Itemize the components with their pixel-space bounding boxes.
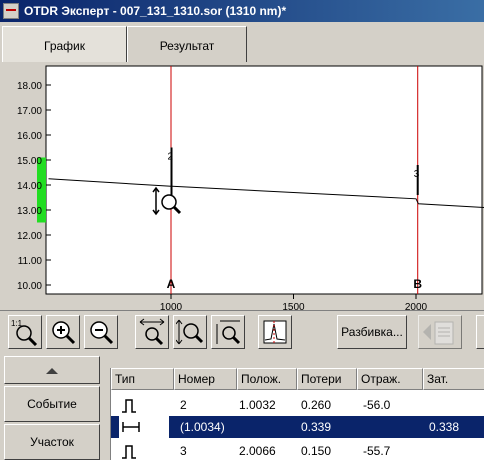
title-bar: OTDR Эксперт - 007_131_1310.sor (1310 nm… <box>0 0 484 22</box>
x-tick-label: 2000 <box>405 302 428 310</box>
tab-graph[interactable]: График <box>2 26 127 62</box>
cell-reflectance <box>363 416 421 438</box>
zoom-in-icon <box>52 321 76 345</box>
cell-number: 3 <box>180 444 187 458</box>
events-table: Тип Номер Полож. Потери Отраж. Зат. 2 1.… <box>110 368 484 460</box>
cell-position <box>239 416 295 438</box>
zoom-out-button[interactable] <box>84 315 118 349</box>
app-icon <box>3 3 19 19</box>
x-tick-label: 1500 <box>282 302 305 310</box>
reflective-event-icon <box>119 440 169 460</box>
column-header-attenuation[interactable]: Зат. <box>423 368 484 390</box>
cell-number: (1.0034) <box>180 420 225 434</box>
y-tick-label: 14.00 <box>17 181 42 192</box>
trace-chart-svg[interactable]: 18.00 17.00 16.00 15.00 14.00 13.00 12.00 11.00… <box>0 62 484 313</box>
y-tick-label: 10.00 <box>17 281 42 292</box>
table-header: Тип Номер Полож. Потери Отраж. Зат. <box>111 368 484 390</box>
section-mode-button[interactable]: Участок <box>4 424 100 460</box>
zoom-toolbar: 1:1 Разбивка... <box>0 310 484 353</box>
cell-attenuation <box>429 440 483 460</box>
table-row-selected[interactable]: (1.0034) 0.339 0.338 <box>111 416 484 438</box>
toolbar-overflow[interactable] <box>476 315 484 349</box>
x-tick-label: 1000 <box>160 302 183 310</box>
peak-zoom-icon <box>263 320 287 344</box>
reflective-event-icon <box>119 394 169 416</box>
event-mode-button[interactable]: Событие <box>4 386 100 422</box>
y-tick-label: 16.00 <box>17 131 42 142</box>
zoom-out-icon <box>90 321 114 345</box>
peak-zoom-button[interactable] <box>258 315 292 349</box>
y-tick-label: 11.00 <box>18 256 43 267</box>
sidebar: Событие Участок <box>4 356 100 460</box>
column-header-type[interactable]: Тип <box>111 368 174 390</box>
cell-position: 1.0032 <box>239 398 276 412</box>
zoom-vertical-icon <box>176 319 204 345</box>
tab-result[interactable]: Результат <box>127 26 247 62</box>
event-number-label: 3 <box>414 169 420 180</box>
cell-reflectance: -55.7 <box>363 444 391 458</box>
cell-reflectance: -56.0 <box>363 398 391 412</box>
zoom-1to1-button[interactable]: 1:1 <box>8 315 42 349</box>
export-report-icon <box>423 321 454 345</box>
section-icon <box>119 416 169 438</box>
triangle-up-icon <box>46 368 58 374</box>
y-tick-label: 15.00 <box>17 156 42 167</box>
zoom-horizontal-button[interactable] <box>135 315 169 349</box>
cell-loss: 0.339 <box>301 420 332 434</box>
cell-position: 2.0066 <box>239 444 276 458</box>
y-tick-label: 13.00 <box>17 206 42 217</box>
y-tick-label: 12.00 <box>17 231 42 242</box>
table-row[interactable]: 2 1.0032 0.260 -56.0 <box>111 394 484 416</box>
zoom-both-icon <box>216 320 241 345</box>
marker-label-b: B <box>413 277 422 291</box>
column-header-number[interactable]: Номер <box>174 368 237 390</box>
trace-chart[interactable]: 18.00 17.00 16.00 15.00 14.00 13.00 12.00 11.00… <box>0 62 484 313</box>
zoom-in-button[interactable] <box>46 315 80 349</box>
cell-number: 2 <box>180 398 187 412</box>
table-row[interactable]: 3 2.0066 0.150 -55.7 <box>111 440 484 460</box>
cell-loss: 0.260 <box>301 398 332 412</box>
marker-label-a: A <box>167 277 176 291</box>
magnifier-cursor-icon <box>161 194 177 210</box>
event-number-label: 2 <box>167 152 173 163</box>
zoom-horizontal-icon <box>139 318 165 346</box>
column-header-loss[interactable]: Потери <box>297 368 357 390</box>
zoom-vertical-button[interactable] <box>173 315 207 349</box>
y-tick-label: 17.00 <box>17 106 42 117</box>
column-header-reflectance[interactable]: Отраж. <box>357 368 423 390</box>
zoom-1to1-icon: 1:1 <box>11 319 38 346</box>
scroll-up-button[interactable] <box>4 356 100 384</box>
window-title: OTDR Эксперт - 007_131_1310.sor (1310 nm… <box>24 4 287 18</box>
cell-attenuation <box>429 394 483 416</box>
cell-attenuation: 0.338 <box>429 420 460 434</box>
zoom-both-button[interactable] <box>211 315 245 349</box>
split-button[interactable]: Разбивка... <box>337 315 407 349</box>
plot-area <box>45 65 483 295</box>
export-report-button[interactable] <box>418 315 462 349</box>
column-header-position[interactable]: Полож. <box>237 368 297 390</box>
cell-loss: 0.150 <box>301 444 332 458</box>
y-tick-label: 18.00 <box>17 81 42 92</box>
